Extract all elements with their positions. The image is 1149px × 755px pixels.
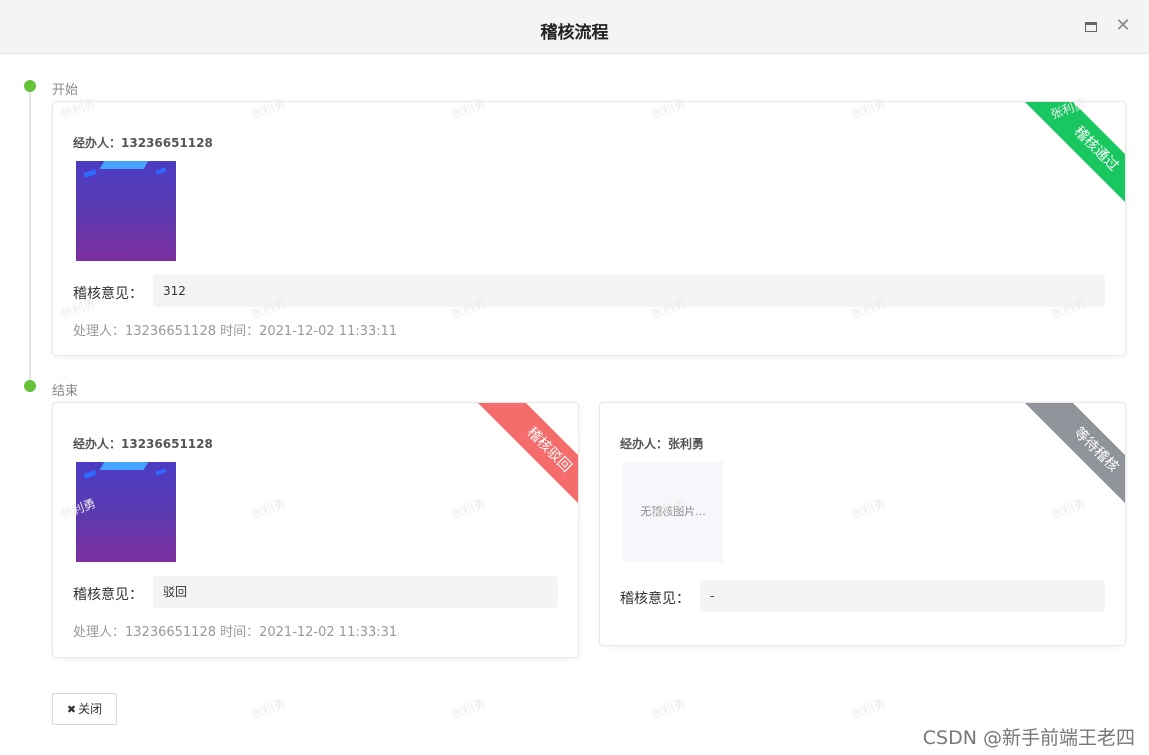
opinion-label: 稽核意见： <box>73 286 143 302</box>
watermark: 张利勇 <box>648 696 688 722</box>
audit-card: 经办人：张利勇 无稽核图片... 稽核意见： - 等待稽核 <box>599 402 1126 646</box>
operator-label: 经办人：13236651128 <box>73 437 213 451</box>
watermark: 张利勇 <box>248 696 288 722</box>
status-ribbon-label: 等待稽核 <box>1023 403 1125 523</box>
audit-card: 经办人：13236651128 稽核意见： 312 处理人：1323665112… <box>52 101 1126 356</box>
timeline-line <box>29 86 31 386</box>
close-button[interactable]: ✖ 关闭 <box>52 693 117 725</box>
x-icon: ✖ <box>66 703 77 716</box>
opinion-field: - <box>700 580 1105 612</box>
status-ribbon: 等待稽核 <box>1005 403 1125 523</box>
status-ribbon: 稽核驳回 <box>458 403 578 523</box>
handler-info: 处理人：13236651128 时间：2021-12-02 11:33:11 <box>73 324 398 339</box>
operator-label: 经办人：张利勇 <box>620 437 705 451</box>
opinion-field: 驳回 <box>153 576 558 608</box>
status-ribbon-label: 稽核通过 <box>1023 102 1125 222</box>
window-title: 稽核流程 <box>540 23 609 43</box>
credit-watermark: CSDN @新手前端王老四 <box>922 727 1135 749</box>
opinion-field: 312 <box>153 275 1105 307</box>
watermark: 张利勇 <box>448 696 488 722</box>
audit-image[interactable] <box>76 462 176 562</box>
handler-info: 处理人：13236651128 时间：2021-12-02 11:33:31 <box>73 625 398 640</box>
audit-image[interactable] <box>76 161 176 261</box>
status-ribbon-label: 稽核驳回 <box>476 403 578 523</box>
watermark: 张利勇 <box>848 696 888 722</box>
timeline-dot <box>24 80 36 92</box>
opinion-label: 稽核意见： <box>620 591 690 607</box>
close-button-label: 关闭 <box>78 702 103 716</box>
title-bar: 稽核流程 ✕ <box>0 0 1149 54</box>
audit-card: 经办人：13236651128 稽核意见： 驳回 处理人：13236651128… <box>52 402 579 658</box>
status-ribbon: 稽核通过 <box>1005 102 1125 222</box>
timeline-dot <box>24 380 36 392</box>
timeline-label-start: 开始 <box>52 83 79 98</box>
no-image-placeholder: 无稽核图片... <box>623 462 723 562</box>
opinion-label: 稽核意见： <box>73 587 143 603</box>
close-icon[interactable]: ✕ <box>1114 16 1132 36</box>
operator-label: 经办人：13236651128 <box>73 136 213 150</box>
maximize-icon[interactable] <box>1085 22 1097 32</box>
timeline-label-end: 结束 <box>52 384 79 399</box>
